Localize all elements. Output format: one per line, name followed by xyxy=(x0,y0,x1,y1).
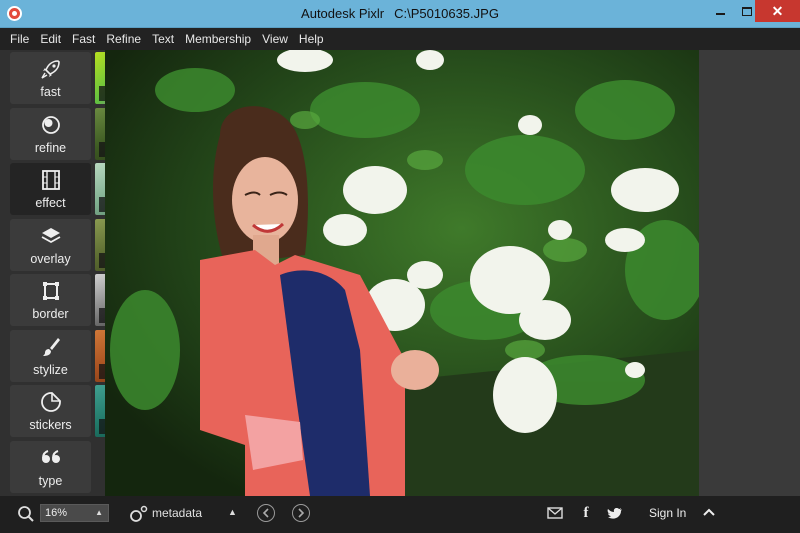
menu-bar: File Edit Fast Refine Text Membership Vi… xyxy=(0,28,800,50)
tool-type[interactable]: type xyxy=(10,440,91,493)
metadata-icon[interactable] xyxy=(128,505,148,523)
tool-label: border xyxy=(32,307,69,321)
menu-membership[interactable]: Membership xyxy=(185,32,251,46)
caret-up-icon[interactable]: ▲ xyxy=(228,507,237,517)
chevron-up-icon[interactable] xyxy=(701,504,717,520)
next-button[interactable] xyxy=(292,504,310,522)
minimize-icon xyxy=(715,13,725,15)
previous-button[interactable] xyxy=(257,504,275,522)
chevron-left-icon xyxy=(262,508,269,518)
minimize-button[interactable] xyxy=(706,0,734,22)
tool-label: stylize xyxy=(33,362,68,377)
tool-label: overlay xyxy=(30,251,71,266)
tool-label: refine xyxy=(34,140,67,155)
zoom-icon[interactable] xyxy=(17,505,35,523)
caret-up-icon: ▲ xyxy=(95,508,103,517)
layers-icon xyxy=(40,225,62,247)
brush-icon xyxy=(40,336,62,358)
film-icon xyxy=(40,169,62,191)
menu-file[interactable]: File xyxy=(10,32,29,46)
app-name: Autodesk Pixlr xyxy=(301,6,385,21)
tool-label: stickers xyxy=(29,418,72,432)
twitter-icon[interactable] xyxy=(606,504,624,522)
workspace: fast refine effect overlay border styliz… xyxy=(0,50,800,496)
tool-stickers[interactable]: stickers xyxy=(10,385,91,437)
file-path: C:\P5010635.JPG xyxy=(394,6,499,21)
tool-label: type xyxy=(38,473,63,488)
mail-icon[interactable] xyxy=(546,504,564,522)
menu-fast[interactable]: Fast xyxy=(72,32,95,46)
refine-circles-icon xyxy=(40,114,62,136)
tool-fast[interactable]: fast xyxy=(10,52,91,104)
tool-refine[interactable]: refine xyxy=(10,107,91,160)
window-title: Autodesk Pixlr C:\P5010635.JPG xyxy=(0,6,800,21)
frame-icon xyxy=(40,280,62,302)
facebook-icon[interactable]: f xyxy=(577,504,595,522)
tool-effect[interactable]: effect xyxy=(10,163,91,215)
zoom-dropdown[interactable]: 16% ▲ xyxy=(40,504,109,522)
zoom-value: 16% xyxy=(45,507,68,519)
menu-edit[interactable]: Edit xyxy=(40,32,61,46)
menu-help[interactable]: Help xyxy=(299,32,324,46)
sticker-icon xyxy=(40,391,62,413)
status-bar: 16% ▲ metadata ▲ f Sign In xyxy=(0,496,800,533)
menu-text[interactable]: Text xyxy=(152,32,174,46)
tool-overlay[interactable]: overlay xyxy=(10,218,91,271)
photo-image xyxy=(105,50,699,496)
maximize-icon xyxy=(742,6,752,16)
image-canvas[interactable] xyxy=(105,50,699,496)
sign-in-link[interactable]: Sign In xyxy=(649,506,686,520)
menu-refine[interactable]: Refine xyxy=(106,32,141,46)
right-panel xyxy=(699,50,800,496)
close-button[interactable]: ✕ xyxy=(755,0,800,22)
menu-view[interactable]: View xyxy=(262,32,288,46)
close-icon: ✕ xyxy=(771,2,784,19)
metadata-label[interactable]: metadata xyxy=(152,506,202,520)
tool-border[interactable]: border xyxy=(10,274,91,326)
tool-panel: fast refine effect overlay border styliz… xyxy=(10,52,91,496)
chevron-right-icon xyxy=(298,508,305,518)
tool-label: effect xyxy=(35,196,66,210)
quote-icon xyxy=(40,447,62,469)
tool-stylize[interactable]: stylize xyxy=(10,329,91,382)
rocket-icon xyxy=(40,58,62,80)
tool-label: fast xyxy=(40,85,61,99)
title-bar: Autodesk Pixlr C:\P5010635.JPG ✕ xyxy=(0,0,800,28)
